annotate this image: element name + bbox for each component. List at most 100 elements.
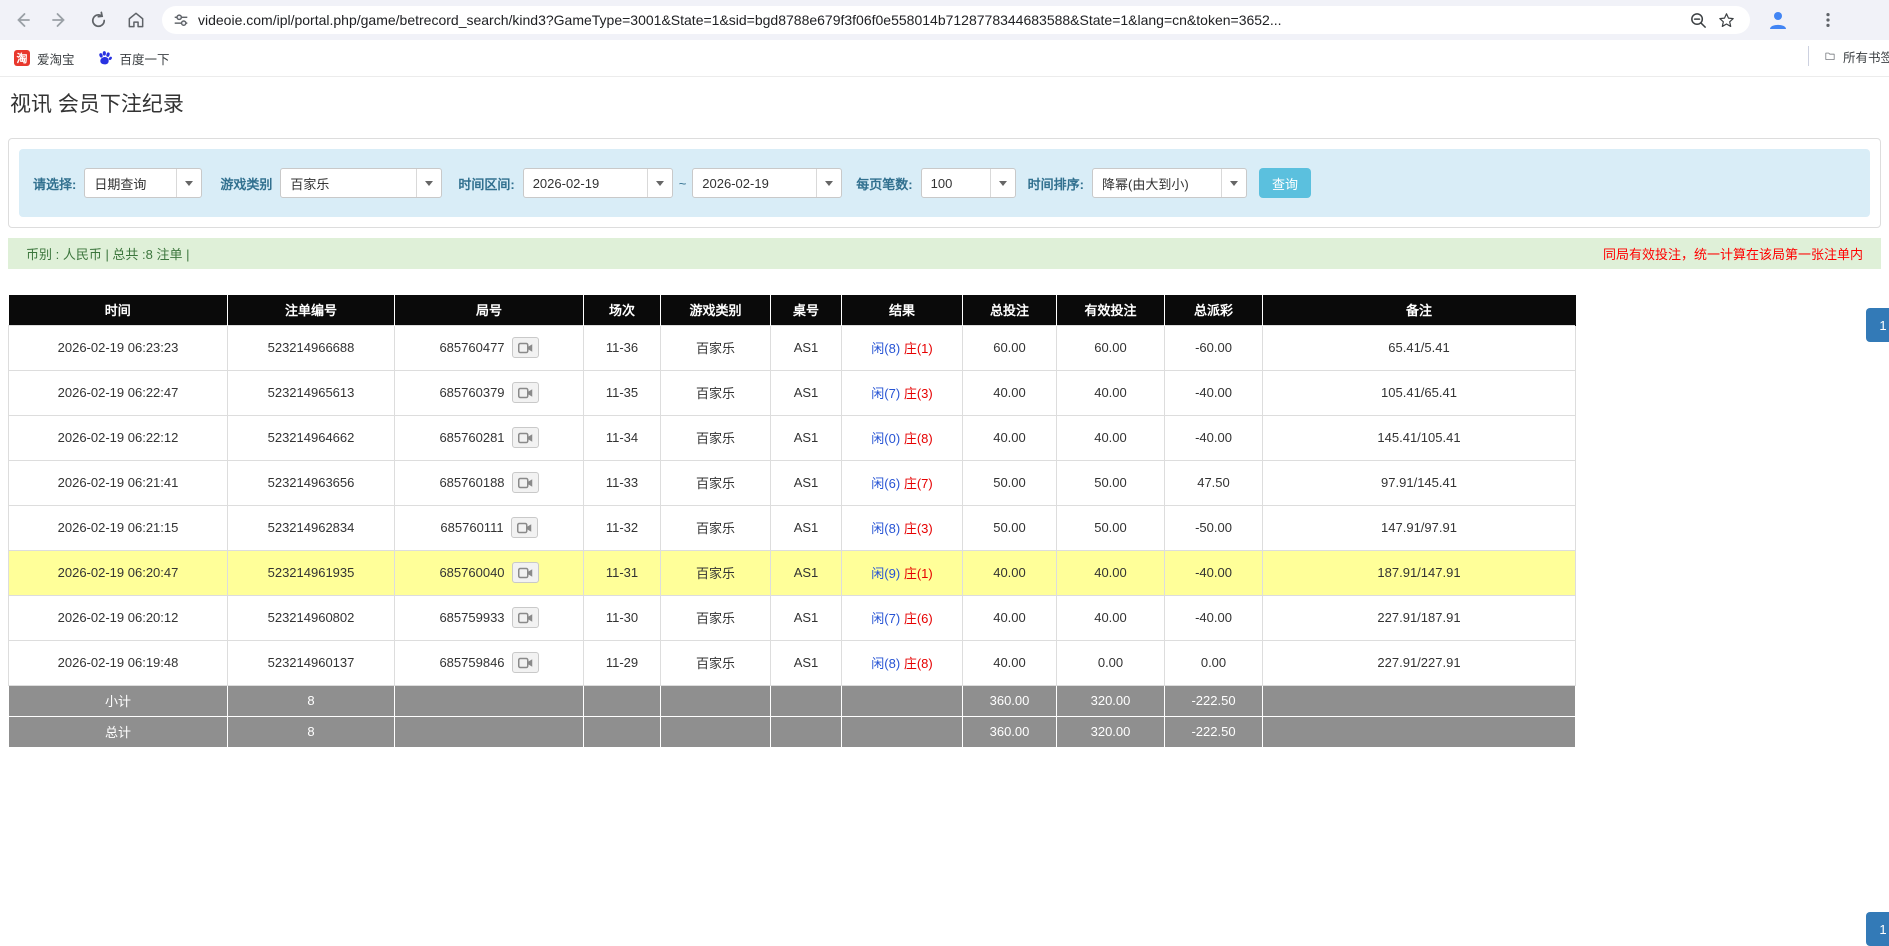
forward-icon[interactable] [44,4,76,36]
reload-icon[interactable] [82,4,114,36]
profile-avatar-icon[interactable] [1764,6,1792,34]
result-cell: 闲(8) 庄(3) [842,505,963,550]
game-type: 百家乐 [661,325,771,370]
tune-icon[interactable] [172,11,190,29]
chevron-down-icon[interactable] [1221,169,1246,197]
payout: -60.00 [1165,325,1263,370]
payout: -50.00 [1165,505,1263,550]
query-button[interactable]: 查询 [1259,168,1311,198]
total-bet-link[interactable]: 40.00 [963,370,1057,415]
select-mode-label: 请选择: [33,174,76,193]
game-type: 百家乐 [661,595,771,640]
total-bet-link[interactable]: 60.00 [963,325,1057,370]
round-video-icon[interactable] [512,382,539,403]
date-range-separator: ~ [679,176,687,191]
time-sort-dropdown[interactable]: 降幂(由大到小) [1092,168,1247,198]
payout: -40.00 [1165,550,1263,595]
valid-bet: 40.00 [1057,370,1165,415]
result-cell: 闲(8) 庄(1) [842,325,963,370]
table-number: AS1 [771,505,842,550]
payout: -40.00 [1165,415,1263,460]
game-type-dropdown[interactable]: 百家乐 [280,168,442,198]
game-type: 百家乐 [661,415,771,460]
round-video-icon[interactable] [512,652,539,673]
round-video-icon[interactable] [512,337,539,358]
pagination-page-1-bottom[interactable]: 1 [1866,912,1889,946]
round-cell: 685759846 [395,640,584,685]
total-row-cell: 8 [228,716,395,747]
session: 11-29 [584,640,661,685]
select-mode-dropdown[interactable]: 日期查询 [84,168,202,198]
url-bar[interactable]: videoie.com/ipl/portal.php/game/betrecor… [162,6,1750,34]
column-header: 桌号 [771,295,842,325]
round-video-icon[interactable] [512,562,539,583]
url-text[interactable]: videoie.com/ipl/portal.php/game/betrecor… [198,12,1684,28]
column-header: 有效投注 [1057,295,1165,325]
table-row: 2026-02-19 06:20:47523214961935685760040… [9,550,1576,595]
total-bet-link[interactable]: 40.00 [963,415,1057,460]
table-row: 2026-02-19 06:22:12523214964662685760281… [9,415,1576,460]
table-row: 2026-02-19 06:22:47523214965613685760379… [9,370,1576,415]
round-number: 685760188 [439,475,504,490]
total-row-cell: 总计 [9,716,228,747]
result-cell: 闲(7) 庄(3) [842,370,963,415]
player-result: 闲(8) [871,341,900,356]
date-from-dropdown[interactable]: 2026-02-19 [523,168,673,198]
round-video-icon[interactable] [512,427,539,448]
date-range-label: 时间区间: [458,174,514,193]
valid-bet: 50.00 [1057,460,1165,505]
chevron-down-icon[interactable] [647,169,672,197]
total-bet-link[interactable]: 50.00 [963,505,1057,550]
bet-time: 2026-02-19 06:22:12 [9,415,228,460]
subtotal-row-cell [661,685,771,716]
pagination-page-1-top[interactable]: 1 [1866,308,1889,342]
total-bet-link[interactable]: 40.00 [963,595,1057,640]
zoom-icon[interactable] [1684,6,1712,34]
bet-id: 523214961935 [228,550,395,595]
all-bookmarks-button[interactable]: 所有书签 [1825,47,1889,66]
bookmark-taobao[interactable]: 淘 爱淘宝 [6,45,83,72]
round-cell: 685760281 [395,415,584,460]
bet-records-table: 时间注单编号局号场次游戏类别桌号结果总投注有效投注总派彩备注 2026-02-1… [8,295,1576,748]
subtotal-row-cell: 320.00 [1057,685,1165,716]
round-video-icon[interactable] [512,472,539,493]
total-bet-link[interactable]: 40.00 [963,550,1057,595]
chevron-down-icon[interactable] [176,169,201,197]
round-number: 685760477 [439,340,504,355]
table-foot: 小计8360.00320.00-222.50总计8360.00320.00-22… [9,685,1576,747]
remark: 97.91/145.41 [1263,460,1576,505]
home-icon[interactable] [120,4,152,36]
bet-time: 2026-02-19 06:23:23 [9,325,228,370]
player-result: 闲(8) [871,656,900,671]
bet-id: 523214965613 [228,370,395,415]
bet-time: 2026-02-19 06:19:48 [9,640,228,685]
round-video-icon[interactable] [511,517,538,538]
payout: -40.00 [1165,595,1263,640]
table-number: AS1 [771,595,842,640]
total-bet-link[interactable]: 50.00 [963,460,1057,505]
session: 11-34 [584,415,661,460]
round-video-icon[interactable] [512,607,539,628]
date-to-dropdown[interactable]: 2026-02-19 [692,168,842,198]
subtotal-row-cell [842,685,963,716]
bookmark-baidu[interactable]: 百度一下 [89,45,178,72]
chevron-down-icon[interactable] [816,169,841,197]
bet-id: 523214964662 [228,415,395,460]
total-bet-link[interactable]: 40.00 [963,640,1057,685]
table-header-row: 时间注单编号局号场次游戏类别桌号结果总投注有效投注总派彩备注 [9,295,1576,325]
column-header: 备注 [1263,295,1576,325]
banker-result: 庄(6) [904,611,933,626]
table-row: 2026-02-19 06:21:41523214963656685760188… [9,460,1576,505]
chevron-down-icon[interactable] [416,169,441,197]
bookmark-star-icon[interactable] [1712,6,1740,34]
subtotal-row-cell [771,685,842,716]
chevron-down-icon[interactable] [990,169,1015,197]
table-body: 2026-02-19 06:23:23523214966688685760477… [9,325,1576,685]
column-header: 总投注 [963,295,1057,325]
total-row-cell: 320.00 [1057,716,1165,747]
back-icon[interactable] [6,4,38,36]
browser-menu-icon[interactable] [1818,6,1838,34]
valid-bet: 40.00 [1057,415,1165,460]
player-result: 闲(9) [871,566,900,581]
page-size-dropdown[interactable]: 100 [921,168,1016,198]
